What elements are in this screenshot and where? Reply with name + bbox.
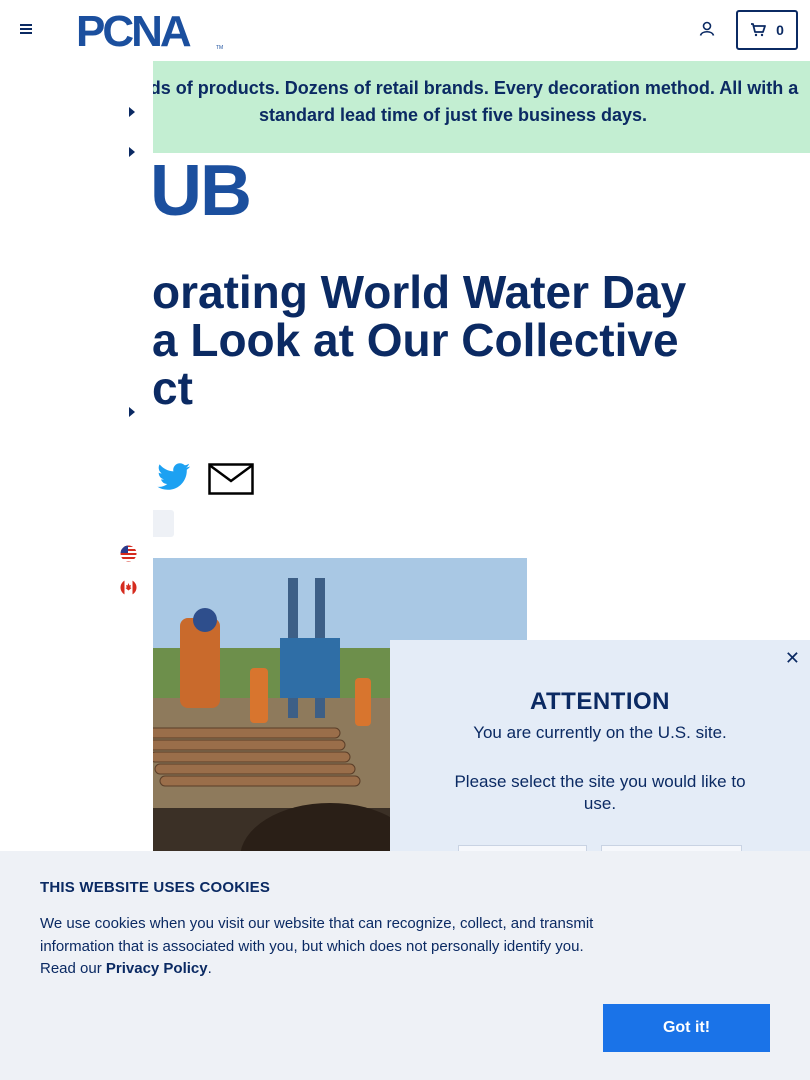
- modal-title: ATTENTION: [529, 688, 671, 715]
- email-icon[interactable]: [208, 463, 254, 495]
- svg-text:PCNA: PCNA: [76, 10, 191, 52]
- shopping-cart-icon: [751, 23, 766, 37]
- hamburger-menu-icon[interactable]: [20, 22, 36, 38]
- site-select-modal: ✕ ATTENTION You are currently on the U.S…: [390, 640, 810, 865]
- cookie-text: We use cookies when you visit our websit…: [40, 913, 600, 981]
- pcna-logo[interactable]: PCNA TM: [76, 10, 226, 52]
- left-gutter: [0, 61, 153, 851]
- caret-right-icon[interactable]: [128, 147, 136, 157]
- modal-select-text: Please select the site you would like to…: [454, 772, 746, 813]
- promo-banner-text: usands of products. Dozens of retail bra…: [153, 78, 799, 125]
- canada-flag-icon[interactable]: [120, 579, 137, 596]
- caret-right-icon[interactable]: [128, 107, 136, 117]
- site-header: PCNA TM 0: [0, 0, 810, 61]
- promo-banner: usands of products. Dozens of retail bra…: [153, 61, 810, 153]
- modal-current-site-text: You are currently on the U.S. site.: [473, 723, 727, 742]
- cookie-text-end: .: [207, 960, 212, 977]
- accept-cookies-button[interactable]: Got it!: [603, 1004, 770, 1052]
- privacy-policy-link[interactable]: Privacy Policy: [106, 960, 208, 977]
- svg-text:TM: TM: [216, 45, 223, 51]
- cookie-title: THIS WEBSITE USES COOKIES: [40, 879, 271, 896]
- cookie-banner: THIS WEBSITE USES COOKIES We use cookies…: [0, 851, 810, 1080]
- caret-right-icon[interactable]: [128, 407, 136, 417]
- us-flag-icon[interactable]: [120, 545, 137, 562]
- cart-count: 0: [776, 22, 784, 38]
- cart-button[interactable]: 0: [736, 10, 798, 50]
- user-account-icon[interactable]: [698, 20, 716, 38]
- twitter-icon[interactable]: [156, 462, 192, 494]
- close-icon[interactable]: ✕: [785, 648, 800, 669]
